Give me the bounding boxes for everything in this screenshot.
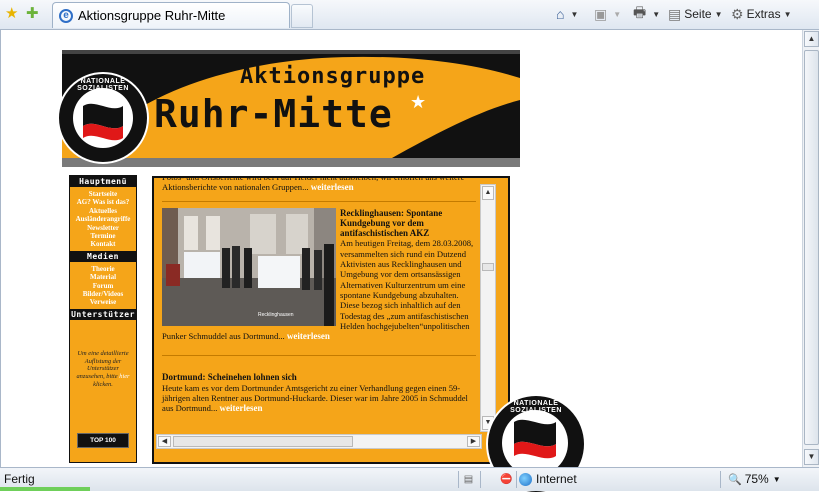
chevron-down-icon: ▼ bbox=[783, 9, 792, 19]
sidebar-item-ag[interactable]: AG? Was ist das? bbox=[70, 198, 136, 206]
support-note-text-b: klicken. bbox=[93, 381, 113, 389]
feeds-button[interactable]: ▣ ▼ bbox=[594, 5, 621, 23]
site-body: Hauptmenü Startseite AG? Was ist das? Ak… bbox=[62, 167, 520, 468]
article-photo[interactable]: Recklinghausen bbox=[162, 207, 336, 326]
scroll-right-button[interactable]: ▶ bbox=[467, 436, 480, 447]
add-favorite-icon[interactable]: ✚ bbox=[26, 6, 42, 22]
scroll-left-button[interactable]: ◀ bbox=[158, 436, 171, 447]
sidebar: Hauptmenü Startseite AG? Was ist das? Ak… bbox=[69, 175, 137, 463]
article-body-text: Heute kam es vor dem Dortmunder Amtsgeri… bbox=[162, 382, 468, 414]
news-panel: Fotos- und Ortsberichte wird bei Paul-He… bbox=[152, 176, 510, 464]
article-separator bbox=[162, 200, 476, 202]
sidebar-item-termine[interactable]: Termine bbox=[70, 232, 136, 240]
page-menu[interactable]: ▤ Seite ▼ bbox=[668, 5, 723, 23]
scroll-up-button[interactable]: ▲ bbox=[804, 31, 819, 47]
scroll-thumb[interactable] bbox=[804, 50, 819, 445]
sidebar-item-auslaenderangriffe[interactable]: Ausländerangriffe bbox=[70, 215, 136, 223]
intro-paragraph: Fotos- und Ortsberichte wird bei Paul-He… bbox=[162, 178, 476, 193]
news-horizontal-scrollbar[interactable]: ◀ ▶ bbox=[156, 434, 482, 449]
gear-icon: ⚙ bbox=[731, 5, 744, 22]
globe-icon bbox=[519, 472, 532, 486]
banner-title-line1: Aktionsgruppe bbox=[240, 64, 426, 89]
scroll-thumb[interactable] bbox=[482, 263, 494, 271]
chevron-down-icon: ▼ bbox=[772, 474, 781, 484]
chevron-down-icon: ▼ bbox=[714, 9, 723, 19]
home-button[interactable]: ⌂ ▼ bbox=[556, 5, 578, 23]
ie-page-icon: e bbox=[59, 8, 73, 23]
article-title[interactable]: Dortmund: Scheinehen lohnen sich bbox=[162, 372, 476, 382]
magnifier-icon: 🔍 bbox=[728, 473, 742, 486]
sidebar-item-newsletter[interactable]: Newsletter bbox=[70, 224, 136, 232]
read-more-link[interactable]: weiterlesen bbox=[311, 182, 354, 192]
read-more-link[interactable]: weiterlesen bbox=[220, 403, 263, 413]
home-icon: ⌂ bbox=[556, 6, 565, 22]
popup-blocked-icon[interactable]: ⛔ bbox=[500, 473, 513, 486]
top100-label: TOP 100 bbox=[90, 437, 116, 444]
sidebar-item-theorie[interactable]: Theorie bbox=[70, 265, 136, 273]
scroll-thumb[interactable] bbox=[173, 436, 353, 447]
sidebar-item-forum[interactable]: Forum bbox=[70, 282, 136, 290]
page-icon: ▤ bbox=[668, 5, 682, 22]
protest-photo: Recklinghausen bbox=[162, 207, 336, 326]
sidebar-main-links: Startseite AG? Was ist das? Aktuelles Au… bbox=[70, 187, 136, 251]
sidebar-item-material[interactable]: Material bbox=[70, 273, 136, 281]
page-menu-label: Seite bbox=[684, 7, 712, 21]
page-vertical-scrollbar[interactable]: ▲ ▼ bbox=[802, 30, 819, 467]
new-tab-button[interactable] bbox=[291, 4, 313, 28]
browser-tab[interactable]: e Aktionsgruppe Ruhr-Mitte bbox=[52, 2, 290, 28]
tools-menu-label: Extras bbox=[746, 7, 781, 21]
banner-title-line2: Ruhr-Mitte bbox=[154, 92, 393, 136]
banner-divider bbox=[62, 158, 520, 167]
scroll-up-button[interactable]: ▲ bbox=[482, 186, 494, 200]
protected-mode-icon[interactable]: ▤ bbox=[462, 473, 475, 486]
print-button[interactable]: 🖶 ▼ bbox=[633, 4, 661, 23]
status-bar: Fertig ▤ ⛔ Internet 🔍 75% ▼ bbox=[0, 467, 819, 491]
print-icon: 🖶 bbox=[633, 4, 647, 20]
status-text: Fertig bbox=[4, 472, 35, 486]
zoom-level: 75% bbox=[744, 472, 769, 486]
article-body: Heute kam es vor dem Dortmunder Amtsgeri… bbox=[162, 383, 476, 414]
read-more-link[interactable]: weiterlesen bbox=[287, 331, 330, 341]
support-link[interactable]: hier bbox=[119, 373, 129, 380]
logo-badge: NATIONALE SOZIALISTEN bbox=[57, 72, 149, 164]
security-zone[interactable]: Internet bbox=[519, 472, 577, 486]
flag-icon bbox=[83, 103, 123, 141]
sidebar-item-startseite[interactable]: Startseite bbox=[70, 190, 136, 198]
news-vertical-scrollbar[interactable]: ▲ ▼ bbox=[480, 184, 496, 432]
sidebar-item-kontakt[interactable]: Kontakt bbox=[70, 240, 136, 248]
sidebar-item-bilder-videos[interactable]: Bilder/Videos bbox=[70, 290, 136, 298]
article-dortmund: Dortmund: Scheinehen lohnen sich Heute k… bbox=[162, 362, 476, 413]
article-separator bbox=[162, 355, 476, 357]
article-recklinghausen: Recklinghausen Recklinghausen: Spontane … bbox=[162, 207, 476, 342]
star-icon: ★ bbox=[410, 92, 427, 112]
browser-toolbar: ★ ✚ e Aktionsgruppe Ruhr-Mitte ⌂ ▼ ▣ ▼ 🖶 ▼ … bbox=[0, 0, 819, 30]
favorites-star-icon[interactable]: ★ bbox=[5, 6, 21, 22]
sidebar-item-aktuelles[interactable]: Aktuelles bbox=[70, 207, 136, 215]
zone-label: Internet bbox=[536, 472, 577, 486]
scroll-down-button[interactable]: ▼ bbox=[804, 449, 819, 465]
chevron-down-icon: ▼ bbox=[652, 9, 661, 19]
sidebar-support-heading: Unterstützer bbox=[70, 308, 136, 320]
feeds-icon: ▣ bbox=[594, 5, 608, 22]
zoom-control[interactable]: 🔍 75% ▼ bbox=[728, 472, 781, 486]
news-scroll-content: Fotos- und Ortsberichte wird bei Paul-He… bbox=[162, 178, 476, 414]
chevron-down-icon: ▼ bbox=[613, 9, 622, 19]
chevron-down-icon: ▼ bbox=[570, 9, 579, 19]
tools-menu[interactable]: ⚙ Extras ▼ bbox=[731, 5, 792, 23]
sidebar-item-verweise[interactable]: Verweise bbox=[70, 298, 136, 306]
loading-progress bbox=[0, 487, 91, 491]
photo-caption: Recklinghausen bbox=[258, 312, 294, 318]
sidebar-media-links: Theorie Material Forum Bilder/Videos Ver… bbox=[70, 262, 136, 309]
support-note: Um eine detaillierte Auflistung der Unte… bbox=[70, 350, 136, 389]
sidebar-media-heading: Medien bbox=[70, 250, 136, 262]
tab-title: Aktionsgruppe Ruhr-Mitte bbox=[78, 8, 226, 23]
sidebar-main-heading: Hauptmenü bbox=[70, 176, 136, 187]
top100-button[interactable]: TOP 100 bbox=[77, 433, 129, 448]
